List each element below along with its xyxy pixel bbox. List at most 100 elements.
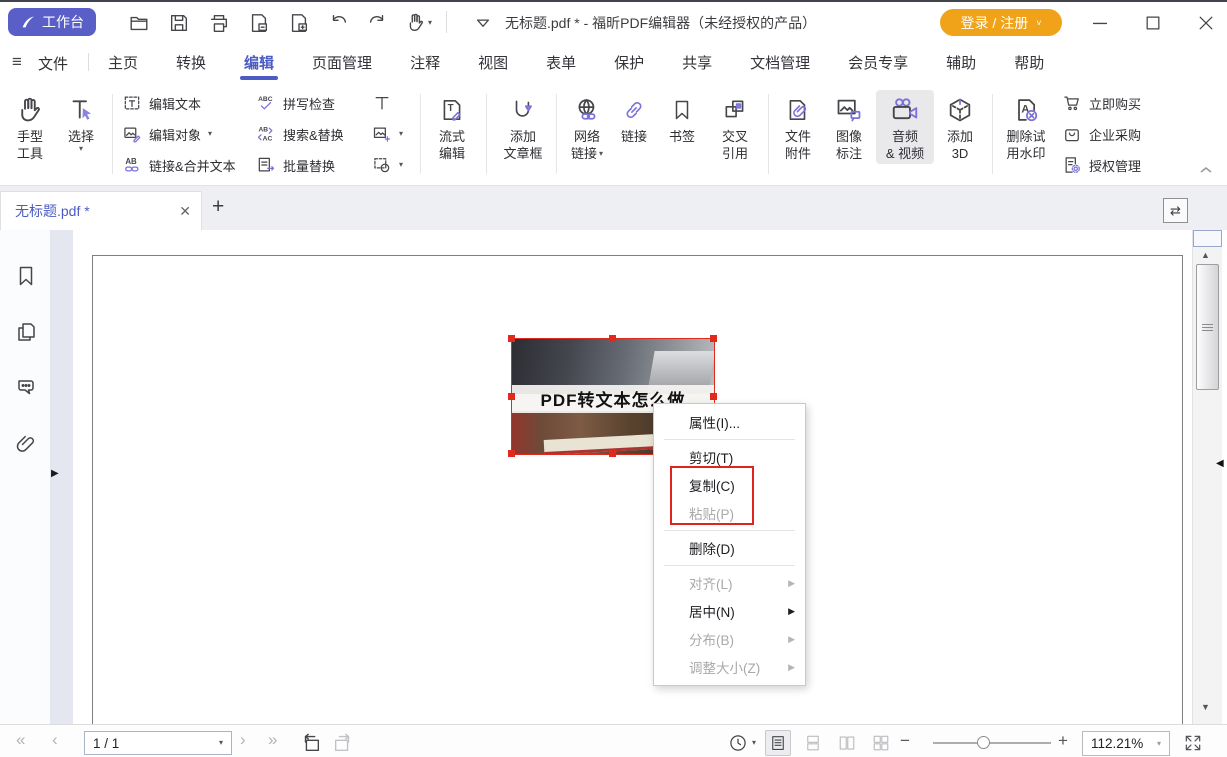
hand-tool-dropdown-caret[interactable]: ▾: [428, 19, 432, 27]
resize-handle-w[interactable]: [508, 393, 515, 400]
menu-tab-page-manage[interactable]: 页面管理: [310, 43, 374, 82]
context-menu-distribute[interactable]: 分布(B)▶: [654, 625, 805, 653]
collapse-chevron-icon[interactable]: [470, 10, 496, 36]
file-attachment-button[interactable]: 文件 附件: [776, 90, 820, 164]
add-3d-button[interactable]: 添加 3D: [938, 90, 982, 164]
context-menu-resize[interactable]: 调整大小(Z)▶: [654, 653, 805, 681]
document-tab[interactable]: 无标题.pdf * ✕: [0, 191, 202, 230]
menu-tab-convert[interactable]: 转换: [174, 43, 208, 82]
resize-handle-nw[interactable]: [508, 335, 515, 342]
close-button[interactable]: [1189, 10, 1223, 36]
save-icon[interactable]: [166, 10, 192, 36]
next-view-icon[interactable]: [330, 730, 356, 756]
resize-handle-n[interactable]: [609, 335, 616, 342]
menu-file[interactable]: 文件: [38, 53, 68, 74]
extract-page-icon[interactable]: [246, 10, 272, 36]
comments-panel-icon[interactable]: [14, 375, 38, 399]
reflow-edit-button[interactable]: T 流式 编辑: [428, 90, 476, 164]
audio-video-button[interactable]: 音频 & 视频: [876, 90, 934, 164]
continuous-layout-icon[interactable]: [800, 730, 826, 756]
open-file-icon[interactable]: [126, 10, 152, 36]
resize-handle-e[interactable]: [710, 393, 717, 400]
ribbon-collapse-icon[interactable]: [1198, 164, 1214, 176]
context-menu-delete[interactable]: 删除(D): [654, 534, 805, 562]
batch-replace-button[interactable]: 批量替换: [256, 152, 335, 178]
bookmark-button[interactable]: 书签: [662, 90, 702, 147]
pages-panel-icon[interactable]: [14, 320, 38, 344]
resize-handle-s[interactable]: [609, 450, 616, 457]
previous-view-icon[interactable]: [298, 730, 324, 756]
enterprise-purchase-button[interactable]: 企业采购: [1062, 121, 1141, 147]
edit-text-button[interactable]: 编辑文本: [122, 90, 201, 116]
zoom-slider-thumb[interactable]: [977, 736, 990, 749]
bookmarks-panel-icon[interactable]: [14, 264, 38, 288]
license-management-button[interactable]: 授权管理: [1062, 152, 1141, 178]
zoom-in-icon[interactable]: +: [1058, 732, 1068, 749]
menu-tab-home[interactable]: 主页: [106, 43, 140, 82]
menu-tab-doc-manage[interactable]: 文档管理: [748, 43, 812, 82]
zoom-out-icon[interactable]: −: [900, 732, 910, 749]
vertical-scrollbar[interactable]: ▲ ▼: [1192, 230, 1222, 724]
tab-close-icon[interactable]: ✕: [179, 203, 191, 220]
scrollbar-thumb[interactable]: [1196, 264, 1219, 390]
menu-tab-protect[interactable]: 保护: [612, 43, 646, 82]
last-page-icon[interactable]: »: [268, 730, 277, 750]
zoom-level-combobox[interactable]: 112.21% ▾: [1082, 731, 1170, 756]
buy-now-button[interactable]: 立即购买: [1062, 90, 1141, 116]
add-article-box-button[interactable]: 添加 文章框: [494, 90, 552, 164]
clock-caret-icon[interactable]: ▾: [752, 739, 756, 747]
attachments-panel-icon[interactable]: [14, 432, 38, 456]
resize-handle-sw[interactable]: [508, 450, 515, 457]
redo-icon[interactable]: [364, 10, 390, 36]
add-image-tool-button[interactable]: ▾: [372, 121, 403, 147]
login-register-button[interactable]: 登录 / 注册 ˅: [940, 9, 1062, 36]
web-links-button[interactable]: 网络 链接▾: [562, 90, 612, 164]
workspace-button[interactable]: 工作台: [8, 8, 96, 36]
hand-tool-button[interactable]: 手型 工具: [8, 90, 52, 164]
next-page-icon[interactable]: ›: [240, 730, 246, 750]
edit-object-button[interactable]: 编辑对象 ▾: [122, 121, 212, 147]
menu-tab-assist[interactable]: 辅助: [944, 43, 978, 82]
autoscroll-clock-icon[interactable]: [725, 730, 751, 756]
page-number-combobox[interactable]: 1 / 1 ▾: [84, 731, 232, 755]
zoom-slider[interactable]: [933, 742, 1051, 744]
add-text-tool-button[interactable]: [372, 90, 392, 116]
previous-page-icon[interactable]: ‹: [52, 730, 58, 750]
menu-tab-form[interactable]: 表单: [544, 43, 578, 82]
link-button[interactable]: 链接: [614, 90, 654, 147]
maximize-button[interactable]: [1136, 10, 1170, 36]
scroll-down-icon[interactable]: ▼: [1201, 702, 1210, 712]
link-merge-text-button[interactable]: AB 链接&合并文本: [122, 152, 236, 178]
menu-tab-comment[interactable]: 注释: [408, 43, 442, 82]
add-shape-tool-button[interactable]: ▾: [372, 152, 403, 178]
first-page-icon[interactable]: «: [16, 730, 25, 750]
resize-handle-ne[interactable]: [710, 335, 717, 342]
image-annotation-button[interactable]: 图像 标注: [826, 90, 872, 164]
hamburger-icon[interactable]: ≡: [12, 52, 22, 72]
remove-trial-watermark-button[interactable]: A 删除试 用水印: [998, 90, 1054, 164]
switch-document-icon[interactable]: ⇄: [1163, 198, 1188, 223]
facing-layout-icon[interactable]: [834, 730, 860, 756]
undo-icon[interactable]: [326, 10, 352, 36]
right-panel-expand-arrow[interactable]: ◀: [1216, 458, 1224, 469]
minimize-button[interactable]: [1083, 10, 1117, 36]
spell-check-button[interactable]: ABC 拼写检查: [256, 90, 335, 116]
hand-tool-quick-icon[interactable]: [402, 10, 428, 36]
menu-tab-member[interactable]: 会员专享: [846, 43, 910, 82]
menu-tab-view[interactable]: 视图: [476, 43, 510, 82]
context-menu-align[interactable]: 对齐(L)▶: [654, 569, 805, 597]
sidebar-expand-arrow[interactable]: ▶: [51, 468, 59, 479]
context-menu-center[interactable]: 居中(N)▶: [654, 597, 805, 625]
context-menu-properties[interactable]: 属性(I)...: [654, 408, 805, 436]
insert-page-icon[interactable]: [286, 10, 312, 36]
select-tool-button[interactable]: 选择 ▾: [58, 90, 104, 155]
search-replace-button[interactable]: ABAC 搜索&替换: [256, 121, 344, 147]
facing-continuous-layout-icon[interactable]: [868, 730, 894, 756]
fullscreen-icon[interactable]: [1180, 730, 1206, 756]
menu-tab-help[interactable]: 帮助: [1012, 43, 1046, 82]
cross-reference-button[interactable]: 交叉 引用: [712, 90, 758, 164]
print-icon[interactable]: [206, 10, 232, 36]
menu-tab-share[interactable]: 共享: [680, 43, 714, 82]
single-page-layout-icon[interactable]: [765, 730, 791, 756]
menu-tab-edit[interactable]: 编辑: [242, 43, 276, 82]
